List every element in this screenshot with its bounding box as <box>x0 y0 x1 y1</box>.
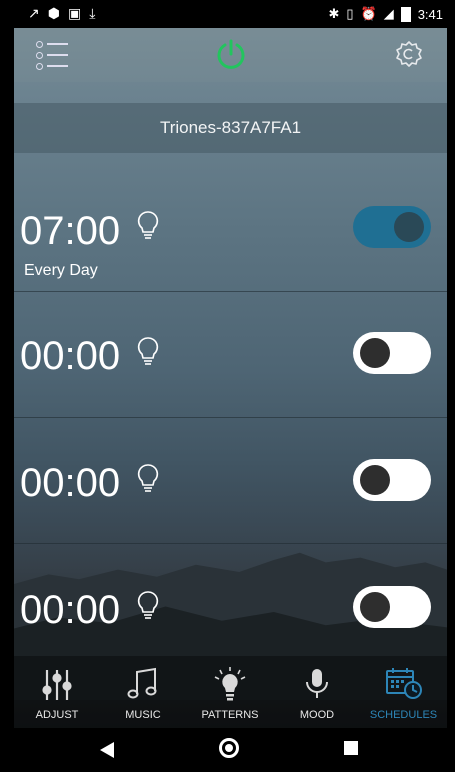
vibrate-icon: ▯ <box>346 6 354 21</box>
device-name-bar[interactable]: Triones-837A7FA1 <box>14 103 447 153</box>
home-icon[interactable] <box>219 738 239 758</box>
tab-label: ADJUST <box>35 709 79 721</box>
tab-label: PATTERNS <box>201 709 259 721</box>
schedule-row[interactable]: 07:00 Every Day <box>14 166 447 292</box>
bulb-icon <box>137 337 159 365</box>
schedule-time[interactable]: 07:00 <box>20 209 120 254</box>
schedule-row[interactable]: 00:00 <box>14 292 447 418</box>
tab-label: MOOD <box>299 709 335 721</box>
schedule-time[interactable]: 00:00 <box>20 461 120 506</box>
schedule-time[interactable]: 00:00 <box>20 588 120 633</box>
schedule-repeat: Every Day <box>24 262 98 279</box>
battery-icon <box>400 6 411 22</box>
image-icon: ▣ <box>67 5 82 21</box>
schedule-row[interactable]: 00:00 <box>14 544 447 670</box>
calendar-clock-icon <box>385 668 422 699</box>
app-icon: ⬢ <box>47 5 60 21</box>
bottom-tab-bar: ADJUST MUSIC PATTERNS MOOD SCHEDULES <box>14 656 447 728</box>
bulb-icon <box>137 591 159 619</box>
power-icon[interactable] <box>215 38 247 70</box>
bulb-icon <box>137 211 159 239</box>
status-time: 3:41 <box>417 6 443 22</box>
gear-icon[interactable] <box>395 40 423 68</box>
tab-label: SCHEDULES <box>369 709 438 721</box>
microphone-icon <box>306 669 328 698</box>
device-name: Triones-837A7FA1 <box>159 118 302 137</box>
toggle-knob <box>360 592 390 622</box>
music-note-icon <box>127 667 157 699</box>
tab-music[interactable]: MUSIC <box>100 656 186 728</box>
schedule-toggle[interactable] <box>353 459 431 501</box>
schedule-toggle[interactable] <box>353 332 431 374</box>
sliders-icon <box>42 670 72 700</box>
status-bar: ↗ ⬢ ▣ ⤓ ✱ ▯ ⏰ ◢ 3:41 <box>0 0 455 28</box>
system-nav-bar <box>0 728 455 772</box>
back-icon[interactable] <box>100 742 114 758</box>
download-icon: ⤓ <box>89 5 96 21</box>
toggle-knob <box>360 338 390 368</box>
top-bar <box>14 28 447 82</box>
menu-list-icon[interactable] <box>36 40 68 70</box>
recent-apps-icon[interactable] <box>344 741 358 755</box>
tab-patterns[interactable]: PATTERNS <box>186 656 274 728</box>
tab-adjust[interactable]: ADJUST <box>14 656 100 728</box>
lte-signal-icon: ◢ <box>383 6 394 21</box>
tab-label: MUSIC <box>125 709 161 721</box>
tab-mood[interactable]: MOOD <box>274 656 360 728</box>
toggle-knob <box>394 212 424 242</box>
bulb-icon <box>137 464 159 492</box>
schedule-time[interactable]: 00:00 <box>20 334 120 379</box>
toggle-knob <box>360 465 390 495</box>
schedule-row[interactable]: 00:00 <box>14 418 447 544</box>
bulb-rays-icon <box>214 667 246 701</box>
schedule-toggle[interactable] <box>353 586 431 628</box>
alarm-icon: ⏰ <box>360 6 377 21</box>
bluetooth-icon: ✱ <box>328 6 340 21</box>
signal-warning-icon: ↗ <box>28 5 40 21</box>
tab-schedules[interactable]: SCHEDULES <box>360 656 447 728</box>
schedule-toggle[interactable] <box>353 206 431 248</box>
